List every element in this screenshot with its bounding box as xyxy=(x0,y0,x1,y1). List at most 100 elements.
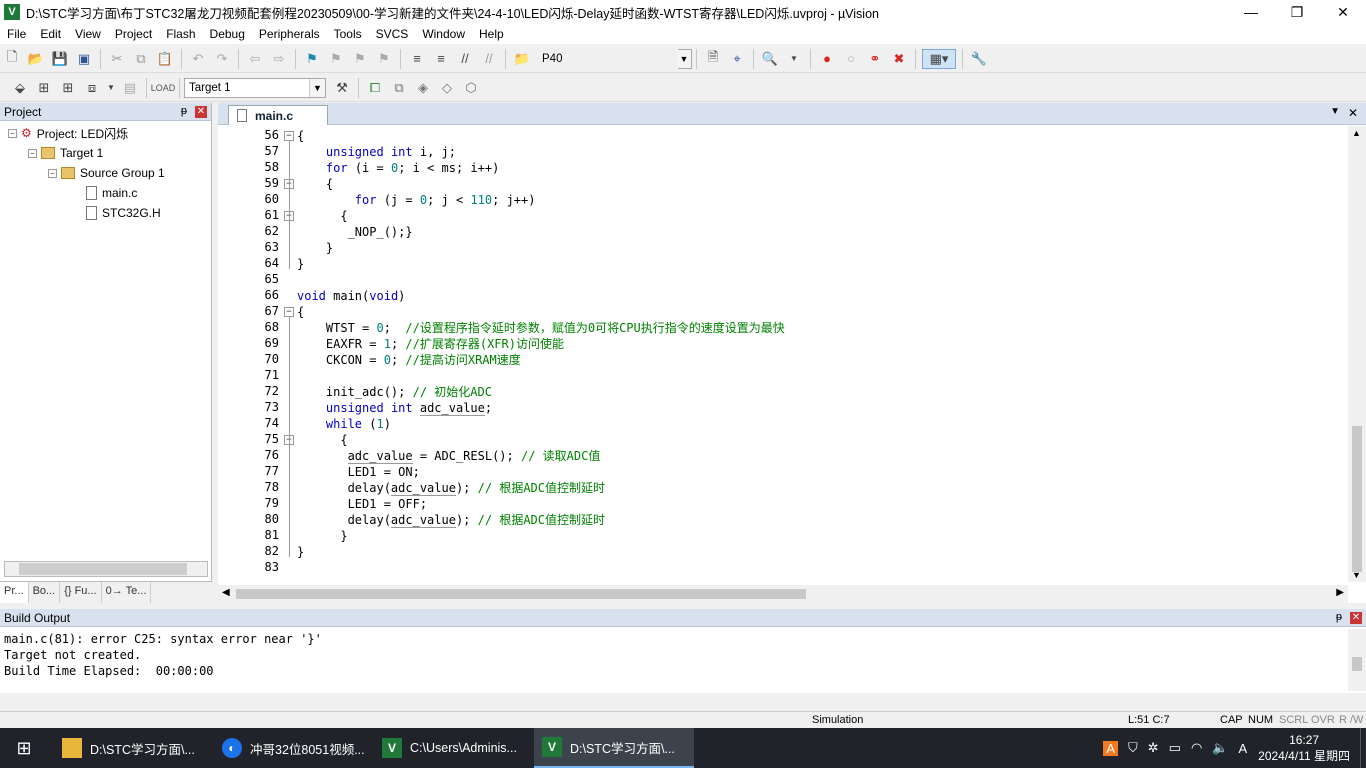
menu-tools[interactable]: Tools xyxy=(327,24,369,44)
select-packs-icon[interactable]: ⧉ xyxy=(389,78,409,98)
open-file-icon[interactable]: 📂 xyxy=(26,49,46,69)
scroll-thumb[interactable] xyxy=(1352,426,1362,572)
bookmark-icon[interactable]: ⚑ xyxy=(302,49,322,69)
tab-books[interactable]: Bo... xyxy=(29,582,61,603)
output-vscroll[interactable] xyxy=(1348,629,1366,691)
input-method-icon[interactable]: A xyxy=(1238,741,1247,756)
show-desktop-button[interactable] xyxy=(1360,728,1366,768)
tree-target[interactable]: − Target 1 xyxy=(28,143,103,163)
disable-all-breakpoints-icon[interactable]: ⚭ xyxy=(865,49,885,69)
kill-breakpoints-icon[interactable]: ✖ xyxy=(889,49,909,69)
collapse-icon[interactable]: − xyxy=(48,168,57,178)
scroll-thumb[interactable] xyxy=(236,589,806,599)
cut-icon[interactable]: ✂ xyxy=(107,49,127,69)
paste-icon[interactable]: 📋 xyxy=(155,49,175,69)
tab-main-c[interactable]: main.c xyxy=(228,105,328,125)
taskbar-item-uvision-2[interactable]: V D:\STC学习方面\... xyxy=(534,728,694,768)
batch-dropdown-icon[interactable]: ▼ xyxy=(106,78,116,98)
usb-icon[interactable]: ✲ xyxy=(1148,740,1159,756)
unindent-icon[interactable]: ≡ xyxy=(431,49,451,69)
pin-icon[interactable]: ᵽ xyxy=(1336,611,1342,623)
batch-build-icon[interactable]: ⧈ xyxy=(82,78,102,98)
translate-icon[interactable]: ⬙ xyxy=(10,78,30,98)
find-combo[interactable]: P40 xyxy=(538,49,678,69)
debug-dropdown-icon[interactable]: ▼ xyxy=(784,49,804,69)
pin-icon[interactable]: ᵽ xyxy=(181,105,187,117)
battery-icon[interactable]: ▭ xyxy=(1169,740,1181,756)
incremental-find-icon[interactable]: 🗎 xyxy=(703,49,723,69)
redo-icon[interactable]: ↷ xyxy=(212,49,232,69)
prev-bookmark-icon[interactable]: ⚑ xyxy=(326,49,346,69)
window-layout-icon[interactable]: ▦▾ xyxy=(922,48,956,69)
scroll-left-icon[interactable]: ◀ xyxy=(222,587,230,598)
shield-icon[interactable]: ⛉ xyxy=(1128,740,1138,756)
manage-project-icon[interactable]: ⧠ xyxy=(365,78,385,98)
debug-session-icon[interactable]: 🔍 xyxy=(760,49,780,69)
find-combo-dropdown[interactable]: ▼ xyxy=(677,48,692,69)
save-all-icon[interactable]: ▣ xyxy=(74,49,94,69)
nav-back-icon[interactable]: ⇦ xyxy=(245,49,265,69)
component-icon[interactable]: ⬡ xyxy=(461,78,481,98)
windows-start-icon[interactable]: ⊞ xyxy=(0,728,48,768)
clear-bookmarks-icon[interactable]: ⚑ xyxy=(374,49,394,69)
new-file-icon[interactable]: 🗋 xyxy=(2,49,22,69)
tree-source-group[interactable]: − Source Group 1 xyxy=(48,163,165,183)
find-in-files-icon[interactable]: 📁 xyxy=(512,49,532,69)
undo-icon[interactable]: ↶ xyxy=(188,49,208,69)
menu-debug[interactable]: Debug xyxy=(203,24,252,44)
close-icon[interactable]: ✕ xyxy=(195,106,207,118)
breakpoint-icon[interactable]: ● xyxy=(817,49,837,69)
comment-icon[interactable]: // xyxy=(455,49,475,69)
output-hscroll[interactable] xyxy=(0,693,1366,709)
fold-toggle-icon[interactable]: − xyxy=(284,131,294,141)
wifi-icon[interactable]: ◠ xyxy=(1191,740,1202,756)
clock[interactable]: 16:27 2024/4/11 星期四 xyxy=(1258,732,1350,764)
target-options-icon[interactable]: ⚒ xyxy=(332,78,352,98)
build-icon[interactable]: ⊞ xyxy=(34,78,54,98)
indent-icon[interactable]: ≡ xyxy=(407,49,427,69)
tree-file-stc32g-h[interactable]: STC32G.H xyxy=(86,203,161,223)
scroll-thumb[interactable] xyxy=(1352,657,1362,671)
manage-rte-icon[interactable]: ◈ xyxy=(413,78,433,98)
scroll-up-icon[interactable]: ▲ xyxy=(1352,128,1361,138)
disable-breakpoint-icon[interactable]: ○ xyxy=(841,49,861,69)
taskbar-item-explorer[interactable]: . D:\STC学习方面\... xyxy=(54,728,214,768)
next-bookmark-icon[interactable]: ⚑ xyxy=(350,49,370,69)
restore-button[interactable]: ❐ xyxy=(1274,0,1320,24)
menu-file[interactable]: File xyxy=(0,24,33,44)
taskbar-item-uvision-1[interactable]: V C:\Users\Adminis... xyxy=(374,728,534,768)
app-tray-icon[interactable]: A xyxy=(1103,740,1118,756)
tree-file-main-c[interactable]: main.c xyxy=(86,183,137,203)
fold-toggle-icon[interactable]: − xyxy=(284,307,294,317)
save-icon[interactable]: 💾 xyxy=(50,49,70,69)
menu-help[interactable]: Help xyxy=(472,24,511,44)
close-tab-icon[interactable]: ✕ xyxy=(1348,106,1358,120)
menu-edit[interactable]: Edit xyxy=(33,24,68,44)
copy-icon[interactable]: ⧉ xyxy=(131,49,151,69)
menu-flash[interactable]: Flash xyxy=(159,24,202,44)
configure-icon[interactable]: 🔧 xyxy=(969,49,989,69)
collapse-icon[interactable]: − xyxy=(8,128,17,138)
menu-peripherals[interactable]: Peripherals xyxy=(252,24,327,44)
tab-list-dropdown-icon[interactable]: ▼ xyxy=(1330,106,1340,117)
find-icon[interactable]: ⌖ xyxy=(727,49,747,69)
taskbar-item-video[interactable]: ◐ 冲哥32位8051视频... xyxy=(214,728,374,768)
tree-project-root[interactable]: − ⚙ Project: LED闪烁 xyxy=(8,123,128,143)
menu-view[interactable]: View xyxy=(68,24,108,44)
uncomment-icon[interactable]: // xyxy=(479,49,499,69)
pack-installer-icon[interactable]: ◇ xyxy=(437,78,457,98)
stop-build-icon[interactable]: ▤ xyxy=(120,78,140,98)
code-area[interactable]: 56{−57 unsigned int i, j; 58 for (i = 0; … xyxy=(218,126,1348,582)
menu-project[interactable]: Project xyxy=(108,24,159,44)
menu-window[interactable]: Window xyxy=(415,24,472,44)
close-button[interactable]: ✕ xyxy=(1320,0,1366,24)
target-select[interactable]: Target 1 ▼ xyxy=(184,77,326,98)
scroll-down-icon[interactable]: ▼ xyxy=(1352,570,1361,580)
menu-svcs[interactable]: SVCS xyxy=(369,24,416,44)
tab-functions[interactable]: {} Fu... xyxy=(60,582,102,603)
build-output-text[interactable]: main.c(81): error C25: syntax error near… xyxy=(4,631,322,679)
tab-templates[interactable]: 0→ Te... xyxy=(102,582,152,603)
editor-vscroll[interactable]: ▲ ▼ xyxy=(1348,126,1366,582)
editor-hscroll[interactable]: ◀ ▶ xyxy=(218,585,1348,603)
close-icon[interactable]: ✕ xyxy=(1350,612,1362,624)
